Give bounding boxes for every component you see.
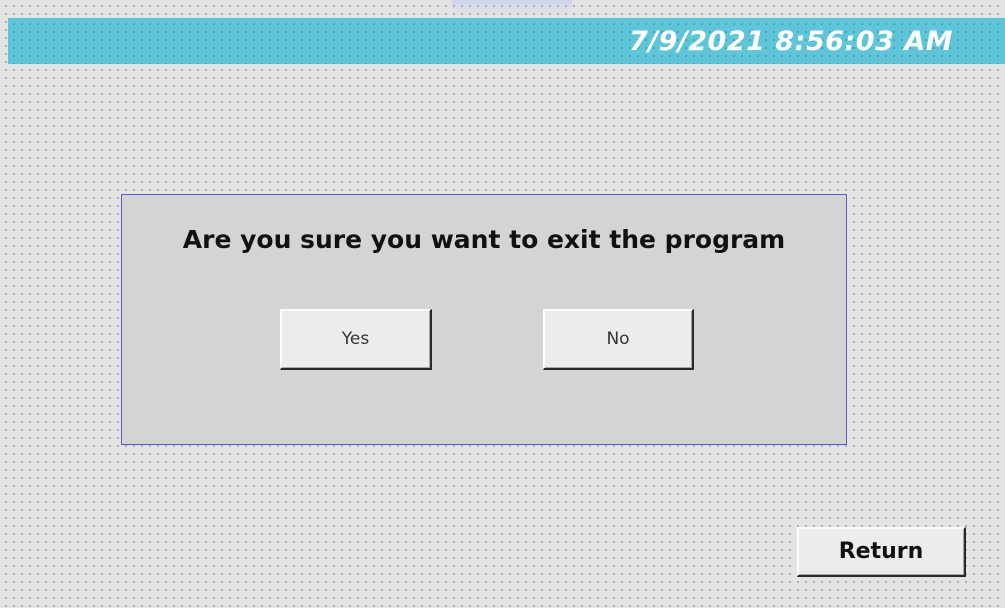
header-bar: 7/9/2021 8:56:03 AM [8, 18, 1005, 64]
return-button[interactable]: Return [797, 527, 966, 577]
exit-confirm-dialog: Are you sure you want to exit the progra… [121, 194, 847, 445]
dialog-message: Are you sure you want to exit the progra… [182, 225, 786, 254]
no-button[interactable]: No [543, 309, 694, 370]
hmi-screen: 7/9/2021 8:56:03 AM Are you sure you wan… [0, 0, 1005, 608]
datetime-display: 7/9/2021 8:56:03 AM [628, 26, 953, 57]
yes-button[interactable]: Yes [280, 309, 432, 370]
top-accent-decoration [452, 0, 572, 14]
